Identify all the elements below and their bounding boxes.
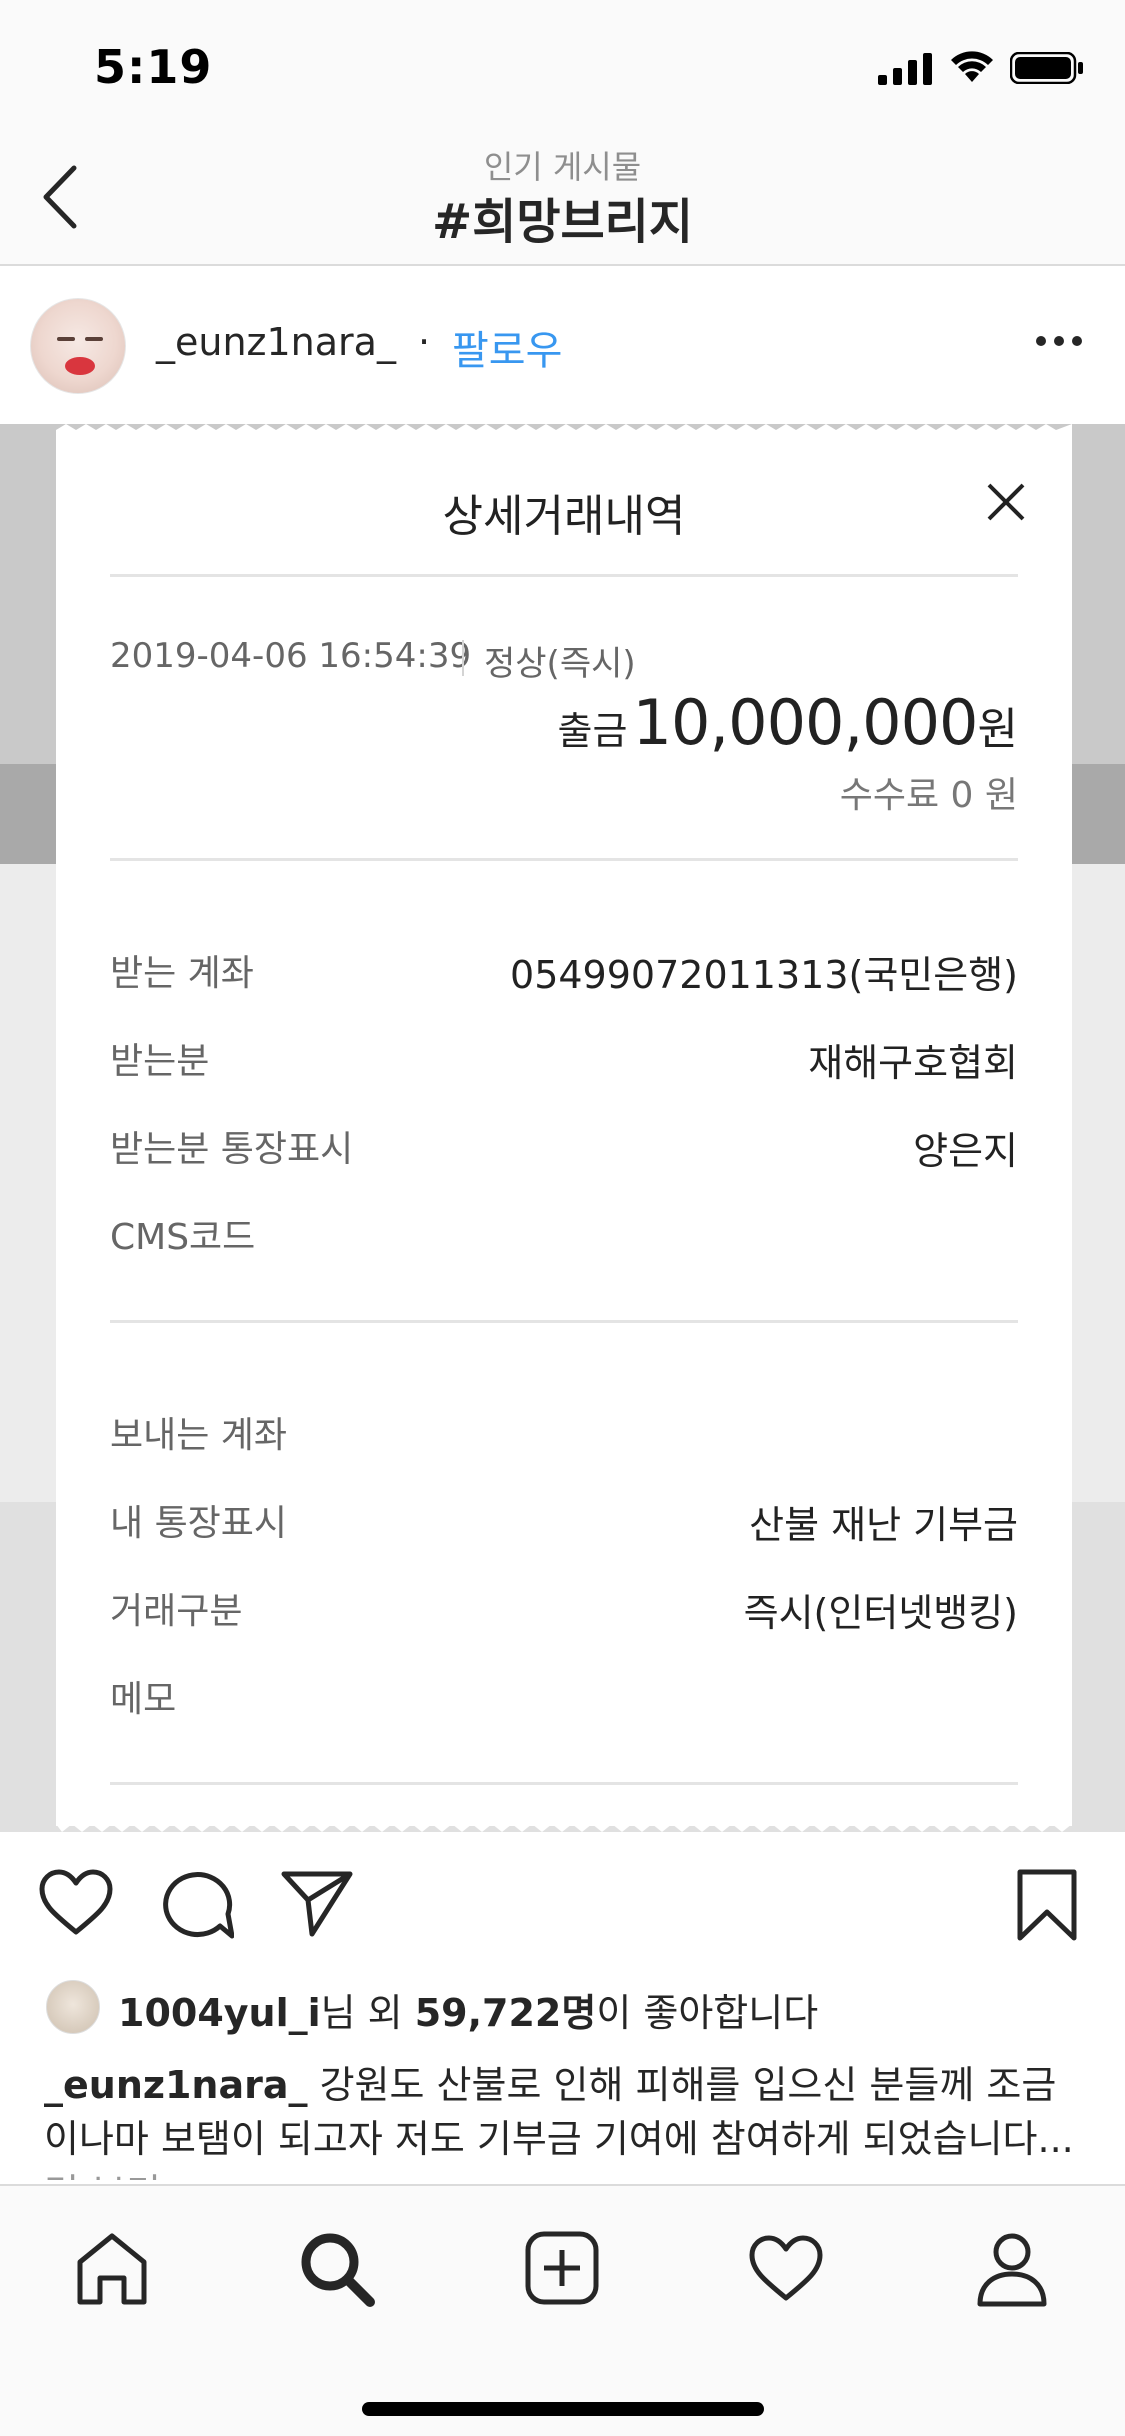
post-image[interactable]: 상세거래내역 2019-04-06 16:54:39 정상(즉시) 출금 10,… — [0, 424, 1125, 1832]
receipt-title: 상세거래내역 — [442, 491, 686, 542]
status-bar: 5:19 — [0, 0, 1125, 132]
page-title[interactable]: #희망브리지 — [0, 182, 1125, 252]
send-icon[interactable] — [280, 1868, 354, 1938]
transaction-type: 출금 — [557, 709, 628, 753]
more-link[interactable]: 더 보기 — [44, 2171, 161, 2180]
field-label: 보내는 계좌 — [110, 1415, 288, 1456]
transaction-status: 정상(즉시) — [484, 644, 636, 684]
transaction-datetime: 2019-04-06 16:54:39 — [110, 636, 472, 676]
field-label: CMS코드 — [110, 1217, 256, 1258]
search-icon[interactable] — [296, 2228, 376, 2308]
post-username[interactable]: _eunz1nara_ — [156, 320, 396, 364]
post-caption: _eunz1nara_ 강원도 산불로 인해 피해를 입으신 분들께 조금이나마… — [44, 2058, 1084, 2180]
nav-header: 인기 게시물 #희망브리지 — [0, 132, 1125, 266]
liker-username[interactable]: 1004yul_i — [118, 1991, 321, 2035]
field-label: 거래구분 — [110, 1591, 243, 1632]
divider — [462, 640, 464, 676]
tab-bar — [0, 2184, 1125, 2436]
home-icon[interactable] — [72, 2228, 152, 2308]
field-label: 받는 계좌 — [110, 953, 254, 994]
profile-icon[interactable] — [972, 2228, 1052, 2308]
amount-row: 출금 10,000,000원 — [558, 686, 1019, 759]
field-value: 즉시(인터넷뱅킹) — [743, 1591, 1018, 1635]
transaction-receipt: 상세거래내역 2019-04-06 16:54:39 정상(즉시) 출금 10,… — [56, 430, 1072, 1826]
likes-row[interactable]: 1004yul_i님 외 59,722명이 좋아합니다 — [0, 1980, 1125, 2040]
post-header: _eunz1nara_ · 팔로우 — [0, 266, 1125, 424]
heart-icon[interactable] — [38, 1868, 114, 1938]
receipt-edge-bottom — [56, 1814, 1072, 1832]
home-indicator — [362, 2402, 764, 2416]
field-value: 산불 재난 기부금 — [749, 1503, 1018, 1547]
divider — [110, 1782, 1018, 1785]
avatar[interactable] — [30, 298, 126, 394]
transaction-fee: 수수료 0 원 — [839, 775, 1018, 816]
status-time: 5:19 — [94, 40, 213, 94]
signal-icon — [878, 53, 932, 85]
follow-button[interactable]: 팔로우 — [452, 318, 562, 376]
divider — [110, 858, 1018, 861]
bookmark-icon[interactable] — [1016, 1868, 1078, 1942]
avatar[interactable] — [46, 1980, 100, 2034]
field-label: 받는분 — [110, 1041, 210, 1082]
activity-heart-icon[interactable] — [746, 2228, 826, 2308]
field-label: 받는분 통장표시 — [110, 1129, 354, 1170]
comment-icon[interactable] — [160, 1868, 234, 1940]
separator-dot: · — [418, 320, 431, 364]
divider — [110, 574, 1018, 577]
add-post-icon[interactable] — [522, 2228, 602, 2308]
currency-unit: 원 — [977, 704, 1018, 755]
field-value: 05499072011313(국민은행) — [510, 953, 1018, 997]
battery-icon — [1010, 52, 1083, 84]
field-label: 내 통장표시 — [110, 1503, 288, 1544]
more-options-icon[interactable] — [1036, 336, 1082, 348]
wifi-icon — [951, 51, 993, 82]
field-label: 메모 — [110, 1679, 177, 1720]
post-actions — [0, 1832, 1125, 1980]
likes-count[interactable]: 59,722명 — [415, 1991, 597, 2035]
likes-text[interactable]: 1004yul_i님 외 59,722명이 좋아합니다 — [118, 1982, 818, 2037]
transaction-amount: 10,000,000 — [632, 686, 979, 759]
caption-username[interactable]: _eunz1nara_ — [44, 2063, 308, 2107]
close-icon — [987, 483, 1025, 521]
likes-mid: 님 외 — [320, 1991, 415, 2035]
likes-tail: 이 좋아합니다 — [596, 1991, 819, 2035]
divider — [110, 1320, 1018, 1323]
field-value: 재해구호협회 — [808, 1041, 1018, 1085]
field-value: 양은지 — [913, 1129, 1018, 1173]
